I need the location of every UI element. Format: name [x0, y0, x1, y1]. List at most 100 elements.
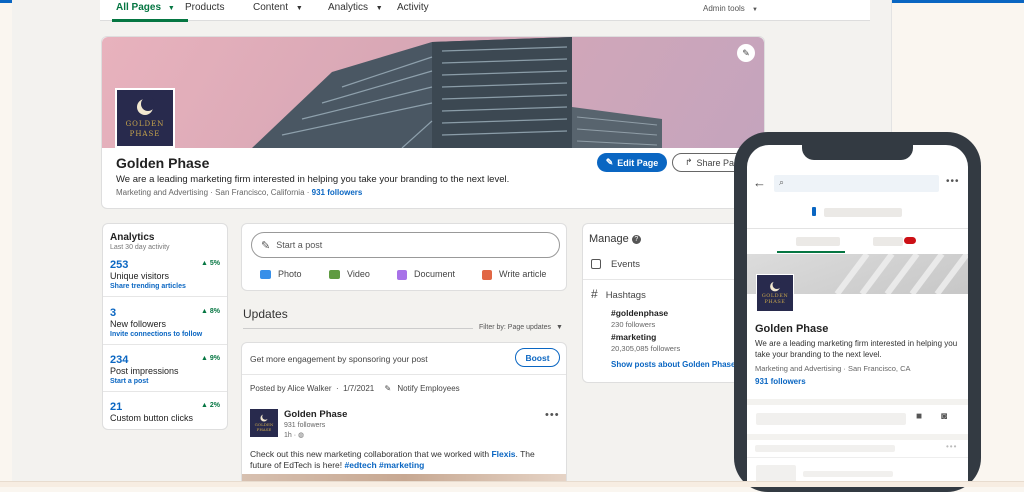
share-page-label: Share Pag: [696, 157, 740, 168]
post-body-text-2: future of EdTech is here!: [250, 460, 343, 470]
photo-label: Photo: [278, 269, 302, 279]
boost-button[interactable]: Boost: [515, 348, 560, 367]
divider: [747, 457, 968, 458]
edit-cover-button[interactable]: ✎: [737, 44, 755, 62]
bottom-strip: [0, 481, 1024, 487]
stat-value[interactable]: 3: [110, 307, 116, 319]
hashtag-links[interactable]: #edtech #marketing: [345, 460, 425, 470]
stat-action-link[interactable]: Invite connections to follow: [110, 331, 202, 338]
more-icon[interactable]: •••: [946, 442, 957, 451]
nav-products[interactable]: Products: [185, 2, 224, 13]
notification-badge: [904, 237, 916, 244]
more-options-icon[interactable]: •••: [545, 409, 560, 421]
events-link[interactable]: Events: [591, 259, 640, 270]
mobile-post-input[interactable]: [756, 413, 906, 425]
top-nav: All Pages ▼ Products Content ▼ Analytics…: [100, 0, 870, 22]
analytics-card: Analytics Last 30 day activity 253 ▲ 5% …: [102, 223, 228, 430]
sponsor-prompt: Get more engagement by sponsoring your p…: [250, 354, 428, 364]
trend-up-icon: ▲: [201, 260, 210, 267]
stat-change-value: 8%: [209, 308, 220, 315]
nav-all-pages-label: All Pages: [116, 2, 162, 13]
write-article-button[interactable]: Write article: [482, 269, 546, 280]
manage-title: Manage ?: [589, 233, 641, 245]
stat-value[interactable]: 253: [110, 259, 128, 271]
mobile-tab-placeholder[interactable]: [796, 237, 840, 246]
stat-change: ▲ 2%: [201, 402, 220, 409]
show-posts-link[interactable]: Show posts about Golden Phase: [611, 360, 735, 369]
video-button[interactable]: Video: [329, 269, 370, 280]
back-arrow-icon[interactable]: ←: [753, 175, 766, 190]
stat-value[interactable]: 234: [110, 354, 128, 366]
post-meta: Posted by Alice Walker · 1/7/2021 ✎ Noti…: [250, 384, 460, 393]
globe-icon: ◍: [298, 432, 305, 439]
hashtag-icon: #: [591, 287, 598, 301]
hashtag-followers: 230 followers: [611, 320, 656, 329]
cover-image: [102, 37, 764, 148]
more-icon[interactable]: •••: [946, 176, 960, 187]
trend-up-icon: ▲: [201, 355, 210, 362]
chevron-down-icon: ▼: [295, 5, 303, 12]
divider: [103, 344, 227, 345]
pencil-icon: ✎: [742, 47, 750, 58]
pencil-icon: ✎: [384, 384, 392, 393]
video-label: Video: [347, 269, 370, 279]
post-body-text-end: . The: [515, 449, 535, 459]
flexis-link[interactable]: Flexis: [491, 449, 515, 459]
post-author-followers: 931 followers: [284, 422, 326, 429]
stat-label: New followers: [110, 319, 167, 329]
start-post-placeholder: Start a post: [276, 240, 323, 250]
video-camera-icon[interactable]: ■: [916, 411, 922, 422]
camera-icon[interactable]: ◙: [941, 411, 947, 422]
divider: [103, 391, 227, 392]
nav-activity[interactable]: Activity: [397, 2, 429, 13]
moon-logo-icon: [260, 414, 269, 422]
hashtags-section: # Hashtags: [591, 287, 646, 301]
moon-logo-icon: [770, 281, 782, 292]
filter-label: Filter by: Page updates: [479, 324, 551, 331]
mobile-followers-link[interactable]: 931 followers: [755, 377, 806, 386]
nav-admin-tools[interactable]: Admin tools ▼: [703, 4, 758, 13]
mobile-search-bar[interactable]: ⌕: [774, 175, 939, 192]
divider: [747, 228, 968, 229]
article-icon: [482, 269, 492, 280]
stat-action-link[interactable]: Share trending articles: [110, 283, 186, 290]
section-gap: [747, 399, 968, 405]
write-article-label: Write article: [499, 269, 547, 279]
updates-heading: Updates: [243, 307, 288, 321]
chevron-down-icon: ▼: [752, 7, 758, 13]
stat-action-link[interactable]: Start a post: [110, 378, 149, 385]
placeholder-bar: [803, 471, 893, 477]
phone-notch: [802, 145, 913, 160]
video-icon: [329, 270, 340, 280]
filter-dropdown[interactable]: Filter by: Page updates ▼: [479, 324, 563, 331]
manage-card: Manage ? Events # Hashtags #goldenphase 2…: [582, 223, 753, 383]
nav-content[interactable]: Content ▼: [253, 2, 303, 13]
post-time: 1h · ◍: [284, 431, 304, 439]
notify-employees-link[interactable]: Notify Employees: [397, 384, 459, 393]
mobile-meta: Marketing and Advertising · San Francisc…: [755, 364, 911, 373]
trend-up-icon: ▲: [201, 308, 210, 315]
nav-all-pages[interactable]: All Pages ▼: [112, 2, 188, 22]
post-author-name[interactable]: Golden Phase: [284, 409, 347, 420]
avatar-logo-text: GOLDEN PHASE: [254, 422, 274, 432]
stat-change-value: 2%: [209, 402, 220, 409]
active-tab-underline: [112, 19, 188, 22]
photo-button[interactable]: Photo: [260, 269, 302, 280]
hashtag-item[interactable]: #marketing: [611, 332, 656, 342]
document-button[interactable]: Document: [397, 269, 455, 280]
edit-page-button[interactable]: ✎ Edit Page: [597, 153, 667, 172]
hashtag-item[interactable]: #goldenphase: [611, 308, 668, 318]
start-post-input[interactable]: ✎ Start a post: [251, 232, 560, 258]
company-tagline: We are a leading marketing firm interest…: [116, 174, 510, 185]
analytics-subtitle: Last 30 day activity: [110, 244, 170, 251]
followers-link[interactable]: 931 followers: [312, 188, 363, 197]
mobile-tab-placeholder[interactable]: [873, 237, 903, 246]
company-meta-text: Marketing and Advertising · San Francisc…: [116, 188, 310, 197]
help-icon[interactable]: ?: [631, 234, 641, 244]
stat-value[interactable]: 21: [110, 401, 122, 413]
calendar-icon: [591, 259, 601, 270]
nav-analytics[interactable]: Analytics ▼: [328, 2, 383, 13]
nav-analytics-label: Analytics: [328, 2, 369, 13]
post-author-avatar[interactable]: GOLDEN PHASE: [250, 409, 278, 437]
mobile-nav-icon[interactable]: [812, 207, 816, 216]
